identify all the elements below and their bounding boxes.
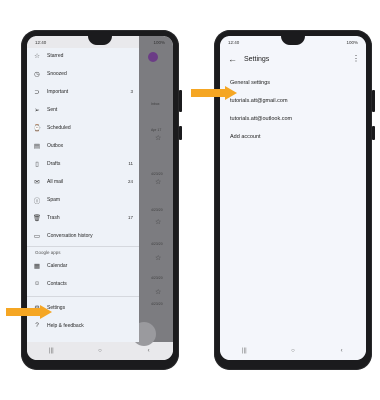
drawer-item-trash[interactable]: 🗑 Trash 17 <box>27 210 139 225</box>
back-icon[interactable]: ‹ <box>139 348 159 354</box>
drawer-item-contacts[interactable]: ☺ Contacts <box>27 276 139 291</box>
spam-icon: ⓘ <box>33 197 41 205</box>
more-options-icon[interactable]: ⋮ <box>352 54 360 63</box>
drawer-item-drafts[interactable]: ▯ Drafts 11 <box>27 156 139 171</box>
status-time: 12:40 <box>228 39 240 45</box>
drawer-item-label: All mail <box>47 178 64 185</box>
drawer-item-scheduled[interactable]: ⌚ Scheduled <box>27 120 139 135</box>
power-button <box>372 126 375 140</box>
drawer-item-all-mail[interactable]: ✉ All mail 24 <box>27 174 139 189</box>
page-title: Settings <box>244 56 270 63</box>
settings-item-account[interactable]: tutorials.att@gmail.com <box>230 98 288 104</box>
inbox-snippet: 4/23/20 <box>151 242 163 246</box>
drawer-item-label: Trash <box>47 214 60 221</box>
all-mail-icon: ✉ <box>34 178 40 186</box>
star-icon[interactable]: ☆ <box>155 288 161 296</box>
drawer-item-starred[interactable]: ☆ Starred <box>27 48 139 63</box>
drawer-item-label: Outbox <box>47 142 64 149</box>
send-icon: ➢ <box>34 106 40 114</box>
back-icon[interactable]: ‹ <box>332 348 352 354</box>
drawer-item-label: Drafts <box>47 160 61 167</box>
drawer-item-label: Spam <box>47 196 61 203</box>
volume-button <box>372 90 375 112</box>
drawer-item-sent[interactable]: ➢ Sent <box>27 102 139 117</box>
navigation-drawer: ☆ Starred ◷ Snoozed ⊃ Important 3 ➢ Sent… <box>27 48 139 342</box>
system-nav-bar: ||| ○ ‹ <box>220 342 366 360</box>
drawer-item-spam[interactable]: ⓘ Spam <box>27 192 139 207</box>
right-screen: 12:40 100% ← Settings ⋮ General settings… <box>220 36 366 360</box>
section-header-google-apps: Google apps <box>35 250 61 255</box>
drawer-item-count: 11 <box>128 161 133 166</box>
drawer-item-label: Conversation history <box>47 232 93 239</box>
scheduled-icon: ⌚ <box>32 124 42 132</box>
settings-item-account[interactable]: tutorials.att@outlook.com <box>230 116 292 122</box>
inbox-snippet: 4/23/20 <box>151 208 163 212</box>
inbox-dim-overlay[interactable] <box>139 36 173 342</box>
drawer-item-count: 3 <box>130 89 133 94</box>
drawer-item-outbox[interactable]: ▤ Outbox <box>27 138 139 153</box>
trash-icon: 🗑 <box>32 214 42 222</box>
pointer-arrow <box>6 305 52 319</box>
settings-item-add-account[interactable]: Add account <box>230 134 261 140</box>
inbox-snippet: 4/23/20 <box>151 172 163 176</box>
help-icon: ? <box>35 322 39 329</box>
status-time: 12:40 <box>35 39 47 45</box>
drawer-item-calendar[interactable]: ▦ Calendar <box>27 258 139 273</box>
status-battery: 100% <box>346 39 358 45</box>
recents-icon[interactable]: ||| <box>41 348 61 354</box>
star-icon[interactable]: ☆ <box>155 254 161 262</box>
outbox-icon: ▤ <box>33 142 41 150</box>
drawer-item-count: 24 <box>127 179 133 184</box>
pointer-arrow <box>191 86 237 100</box>
clock-icon: ◷ <box>34 70 40 78</box>
right-phone: 12:40 100% ← Settings ⋮ General settings… <box>214 30 375 370</box>
drawer-item-conversation-history[interactable]: ▭ Conversation history <box>27 228 139 243</box>
divider <box>27 296 139 297</box>
drawer-item-label: Contacts <box>47 280 67 287</box>
inbox-snippet: Inbox <box>151 102 160 106</box>
volume-button <box>179 90 182 112</box>
status-battery: 100% <box>153 39 165 45</box>
inbox-snippet: 4/23/20 <box>151 302 163 306</box>
important-icon: ⊃ <box>34 88 40 96</box>
drawer-item-label: Important <box>47 88 69 95</box>
drawer-item-label: Snoozed <box>47 70 67 77</box>
inbox-snippet: Apr 17 <box>151 128 162 132</box>
home-icon[interactable]: ○ <box>283 348 303 354</box>
calendar-icon: ▦ <box>33 262 41 270</box>
power-button <box>179 126 182 140</box>
left-phone: Inbox Apr 17 ☆ 4/23/20 ☆ 4/23/20 ☆ 4/23/… <box>21 30 182 370</box>
system-nav-bar: ||| ○ ‹ <box>27 342 173 360</box>
divider <box>27 246 139 247</box>
draft-icon: ▯ <box>35 160 39 168</box>
drawer-item-label: Scheduled <box>47 124 71 131</box>
drawer-item-label: Help & feedback <box>47 322 84 329</box>
drawer-item-count: 17 <box>127 215 133 220</box>
recents-icon[interactable]: ||| <box>234 348 254 354</box>
back-arrow-icon[interactable]: ← <box>228 54 237 64</box>
inbox-snippet: 4/23/20 <box>151 276 163 280</box>
star-icon[interactable]: ☆ <box>155 178 161 186</box>
conversation-icon: ▭ <box>33 232 41 240</box>
drawer-item-important[interactable]: ⊃ Important 3 <box>27 84 139 99</box>
home-icon[interactable]: ○ <box>90 348 110 354</box>
drawer-item-help[interactable]: ? Help & feedback <box>27 318 139 333</box>
avatar[interactable] <box>148 52 158 62</box>
drawer-item-label: Starred <box>47 52 64 59</box>
contacts-icon: ☺ <box>33 280 41 287</box>
star-icon[interactable]: ☆ <box>155 218 161 226</box>
star-icon[interactable]: ☆ <box>155 134 161 142</box>
star-icon: ☆ <box>34 52 40 60</box>
drawer-item-label: Calendar <box>47 262 68 269</box>
drawer-item-label: Settings <box>47 304 66 311</box>
drawer-item-label: Sent <box>47 106 58 113</box>
drawer-item-snoozed[interactable]: ◷ Snoozed <box>27 66 139 81</box>
